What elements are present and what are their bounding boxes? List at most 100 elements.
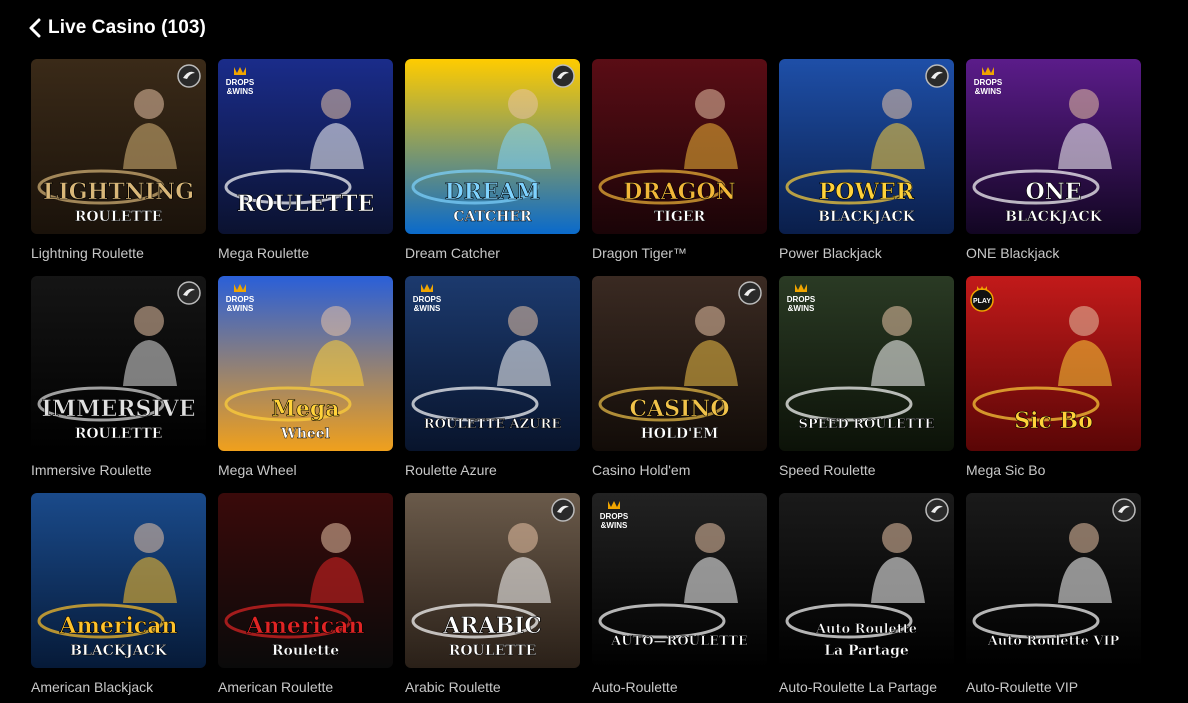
svg-text:&WINS: &WINS xyxy=(414,304,441,313)
game-thumbnail[interactable]: AUTO—ROULETTE DROPS &WINS xyxy=(592,493,767,668)
game-art-title: ROULETTE xyxy=(237,191,375,217)
provider-chip-icon xyxy=(551,64,575,88)
game-art-title: American xyxy=(59,613,178,639)
game-thumbnail[interactable]: POWER BLACKJACK xyxy=(779,59,954,234)
game-title[interactable]: Casino Hold'em xyxy=(592,462,690,478)
drops-wins-badge-icon: DROPS&WINS xyxy=(226,284,255,313)
game-tile[interactable]: DREAM CATCHER Dream Catcher xyxy=(405,59,580,261)
game-tile[interactable]: ROULETTE AZURE DROPS &WINS Roulette Azure xyxy=(405,276,580,478)
game-tile[interactable]: DRAGON TIGER Dragon Tiger™ xyxy=(592,59,767,261)
game-thumbnail[interactable]: American Roulette xyxy=(218,493,393,668)
game-title[interactable]: Mega Sic Bo xyxy=(966,462,1045,478)
game-art-title: AUTO—ROULETTE xyxy=(610,634,748,649)
game-thumbnail[interactable]: Auto Roulette VIP xyxy=(966,493,1141,668)
game-title[interactable]: American Roulette xyxy=(218,679,333,695)
game-thumbnail[interactable]: SPEED ROULETTE DROPS &WINS xyxy=(779,276,954,451)
game-thumbnail[interactable]: IMMERSIVE ROULETTE xyxy=(31,276,206,451)
game-thumbnail[interactable]: ONE BLACKJACK DROPS &WINS xyxy=(966,59,1141,234)
svg-text:DROPS: DROPS xyxy=(413,295,442,304)
game-thumbnail[interactable]: Auto Roulette La Partage xyxy=(779,493,954,668)
game-art-subtitle: Roulette xyxy=(272,643,339,659)
game-tile[interactable]: Auto Roulette VIP Auto-Roulette VIP xyxy=(966,493,1141,695)
game-title[interactable]: Auto-Roulette xyxy=(592,679,678,695)
game-art-subtitle: Wheel xyxy=(280,426,330,442)
game-tile[interactable]: CASINO HOLD'EM Casino Hold'em xyxy=(592,276,767,478)
game-title[interactable]: Immersive Roulette xyxy=(31,462,152,478)
page-title: Live Casino (103) xyxy=(48,17,206,38)
game-thumbnail[interactable]: ARABIC ROULETTE xyxy=(405,493,580,668)
game-art-title: LIGHTNING xyxy=(43,179,194,205)
provider-chip-icon xyxy=(738,281,762,305)
game-tile[interactable]: ARABIC ROULETTE Arabic Roulette xyxy=(405,493,580,695)
game-title[interactable]: Auto-Roulette VIP xyxy=(966,679,1078,695)
game-title[interactable]: Arabic Roulette xyxy=(405,679,501,695)
game-title[interactable]: Auto-Roulette La Partage xyxy=(779,679,937,695)
game-thumbnail[interactable]: DRAGON TIGER xyxy=(592,59,767,234)
chevron-left-icon xyxy=(29,18,41,38)
game-thumbnail[interactable]: LIGHTNING ROULETTE xyxy=(31,59,206,234)
provider-chip-icon xyxy=(551,498,575,522)
game-art-subtitle: HOLD'EM xyxy=(641,426,719,442)
drops-wins-badge-icon: DROPS&WINS xyxy=(226,67,255,96)
game-thumbnail[interactable]: American BLACKJACK xyxy=(31,493,206,668)
back-link[interactable]: Live Casino (103) xyxy=(28,14,206,42)
game-art-title: DREAM xyxy=(445,179,541,205)
game-art-subtitle: ROULETTE xyxy=(75,426,163,442)
game-artwork: American BLACKJACK xyxy=(31,493,206,668)
provider-chip-icon xyxy=(177,64,201,88)
game-title[interactable]: Dragon Tiger™ xyxy=(592,245,687,261)
game-art-title: American xyxy=(246,613,365,639)
game-art-title: IMMERSIVE xyxy=(41,396,195,422)
game-title[interactable]: Power Blackjack xyxy=(779,245,882,261)
game-art-title: DRAGON xyxy=(623,179,736,205)
drops-wins-badge-icon: DROPS&WINS xyxy=(600,501,629,530)
game-art-subtitle: BLACKJACK xyxy=(1005,209,1102,225)
provider-chip-icon xyxy=(1112,498,1136,522)
game-title[interactable]: ONE Blackjack xyxy=(966,245,1059,261)
game-tile[interactable]: Auto Roulette La Partage Auto-Roulette La … xyxy=(779,493,954,695)
game-tile[interactable]: AUTO—ROULETTE DROPS &WINS Auto-Roulette xyxy=(592,493,767,695)
game-thumbnail[interactable]: Mega Wheel DROPS &WINS xyxy=(218,276,393,451)
svg-text:DROPS: DROPS xyxy=(226,78,255,87)
game-tile[interactable]: ONE BLACKJACK DROPS &WINS ONE Blackjack xyxy=(966,59,1141,261)
game-thumbnail[interactable]: Sic Bo PLAY xyxy=(966,276,1141,451)
game-tile[interactable]: SPEED ROULETTE DROPS &WINS Speed Roulette xyxy=(779,276,954,478)
game-thumbnail[interactable]: DREAM CATCHER xyxy=(405,59,580,234)
game-tile[interactable]: POWER BLACKJACK Power Blackjack xyxy=(779,59,954,261)
game-thumbnail[interactable]: ROULETTE DROPS &WINS xyxy=(218,59,393,234)
game-art-subtitle: BLACKJACK xyxy=(818,209,915,225)
game-art-subtitle: CATCHER xyxy=(453,209,532,225)
game-art-title: Auto Roulette xyxy=(815,622,917,637)
game-title[interactable]: Speed Roulette xyxy=(779,462,876,478)
game-title[interactable]: Lightning Roulette xyxy=(31,245,144,261)
game-title[interactable]: American Blackjack xyxy=(31,679,153,695)
game-art-title: ONE xyxy=(1025,179,1081,205)
svg-text:DROPS: DROPS xyxy=(787,295,816,304)
game-tile[interactable]: IMMERSIVE ROULETTE Immersive Roulette xyxy=(31,276,206,478)
game-art-subtitle: TIGER xyxy=(654,209,706,225)
game-tile[interactable]: Sic Bo PLAY Mega Sic Bo xyxy=(966,276,1141,478)
game-art-subtitle: BLACKJACK xyxy=(70,643,167,659)
provider-chip-icon xyxy=(925,64,949,88)
game-thumbnail[interactable]: ROULETTE AZURE DROPS &WINS xyxy=(405,276,580,451)
game-grid: LIGHTNING ROULETTE Lightning Roulette ROULE… xyxy=(31,59,1151,695)
game-title[interactable]: Roulette Azure xyxy=(405,462,497,478)
game-art-title: POWER xyxy=(819,179,915,205)
game-tile[interactable]: American Roulette American Roulette xyxy=(218,493,393,695)
svg-text:DROPS: DROPS xyxy=(600,512,629,521)
game-art-subtitle: La Partage xyxy=(824,643,909,659)
game-tile[interactable]: Mega Wheel DROPS &WINS Mega Wheel xyxy=(218,276,393,478)
drops-wins-badge-icon: DROPS&WINS xyxy=(787,284,816,313)
game-title[interactable]: Mega Roulette xyxy=(218,245,309,261)
game-title[interactable]: Mega Wheel xyxy=(218,462,297,478)
game-tile[interactable]: ROULETTE DROPS &WINS Mega Roulette xyxy=(218,59,393,261)
game-tile[interactable]: American BLACKJACK American Blackjack xyxy=(31,493,206,695)
game-title[interactable]: Dream Catcher xyxy=(405,245,500,261)
play-badge-icon: PLAY xyxy=(970,286,994,312)
game-art-title: Mega xyxy=(272,396,340,422)
game-thumbnail[interactable]: CASINO HOLD'EM xyxy=(592,276,767,451)
game-art-subtitle: ROULETTE xyxy=(75,209,163,225)
game-artwork: American Roulette xyxy=(218,493,393,668)
game-art-title: ROULETTE AZURE xyxy=(424,417,562,432)
game-tile[interactable]: LIGHTNING ROULETTE Lightning Roulette xyxy=(31,59,206,261)
